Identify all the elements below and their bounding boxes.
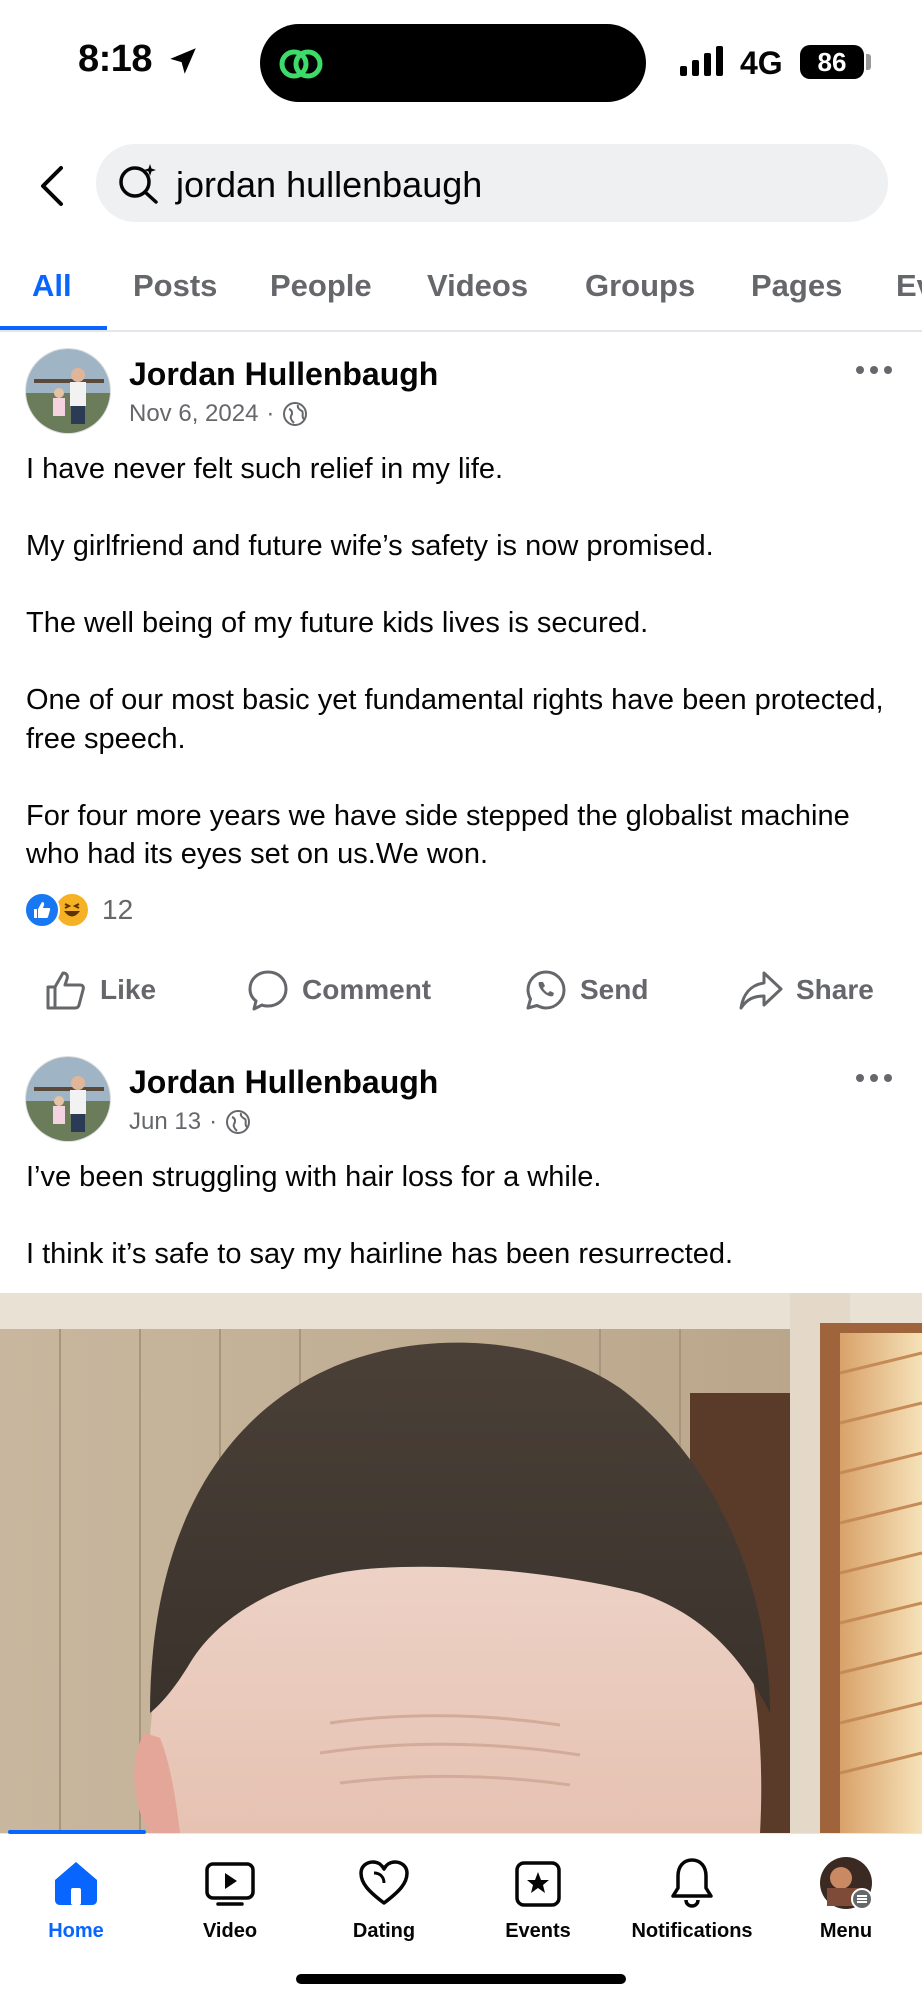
nav-menu-label: Menu: [819, 1920, 873, 1942]
comment-label: Comment: [302, 974, 432, 1005]
status-bar: 8:18 4G 86: [0, 0, 922, 124]
tab-events[interactable]: Ev: [896, 268, 922, 304]
post-text: I have never felt such relief in my life…: [26, 453, 884, 870]
share-button[interactable]: Share: [738, 968, 874, 1012]
search-header: jordan hullenbaugh: [0, 124, 922, 246]
comment-button[interactable]: Comment: [246, 968, 431, 1012]
tab-pages[interactable]: Pages: [751, 268, 842, 304]
post-photo[interactable]: [0, 1293, 922, 1833]
more-options-icon[interactable]: [854, 1068, 894, 1088]
bell-icon: [665, 1856, 719, 1910]
send-button[interactable]: Send: [524, 968, 648, 1012]
chevron-left-icon: [41, 166, 63, 206]
nav-notifications-label: Notifications: [631, 1920, 753, 1942]
network-label: 4G: [740, 45, 783, 81]
tab-groups[interactable]: Groups: [585, 268, 695, 304]
send-label: Send: [580, 974, 649, 1005]
tab-people[interactable]: People: [270, 268, 372, 304]
dating-heart-icon: [357, 1856, 411, 1910]
back-button[interactable]: [30, 158, 74, 214]
author-name[interactable]: Jordan Hullenbaugh: [129, 356, 438, 393]
reactions-summary[interactable]: 12: [24, 891, 133, 929]
avatar[interactable]: [25, 1056, 111, 1142]
nav-menu[interactable]: Menu: [776, 1856, 916, 1943]
tab-all[interactable]: All: [32, 268, 72, 304]
post-card: Jordan Hullenbaugh Nov 6, 2024 · I have …: [0, 332, 922, 1032]
share-arrow-icon: [739, 971, 783, 1010]
active-tab-underline: [0, 326, 107, 330]
active-nav-indicator: [8, 1830, 146, 1834]
nav-home-label: Home: [48, 1920, 104, 1942]
avatar[interactable]: [25, 348, 111, 434]
post-actions-bar: Like Comment Send Share: [0, 960, 922, 1020]
like-reaction-icon: [24, 892, 60, 928]
more-options-icon[interactable]: [854, 360, 894, 380]
nav-events-label: Events: [505, 1920, 571, 1942]
tab-posts[interactable]: Posts: [133, 268, 217, 304]
globe-icon: [226, 1110, 251, 1134]
haircut-photo: [0, 1293, 922, 1833]
post-date[interactable]: Nov 6, 2024: [129, 400, 258, 428]
post-meta: Jun 13 ·: [129, 1108, 251, 1136]
nav-events[interactable]: Events: [468, 1856, 608, 1943]
signal-icon: [680, 46, 723, 76]
post-card: Jordan Hullenbaugh Jun 13 · I’ve been st…: [0, 1040, 922, 1293]
author-name[interactable]: Jordan Hullenbaugh: [129, 1064, 438, 1101]
search-query: jordan hullenbaugh: [176, 164, 483, 205]
nav-dating-label: Dating: [352, 1920, 416, 1942]
video-icon: [203, 1856, 257, 1910]
globe-icon: [283, 402, 308, 426]
comment-bubble-icon: [248, 970, 288, 1011]
share-label: Share: [796, 974, 874, 1005]
meta-separator: ·: [209, 1108, 218, 1135]
tab-videos[interactable]: Videos: [427, 268, 528, 304]
status-time: 8:18: [78, 38, 153, 80]
reaction-count: 12: [102, 894, 134, 925]
nav-home[interactable]: Home: [6, 1856, 146, 1943]
nav-dating[interactable]: Dating: [314, 1856, 454, 1943]
home-indicator-bar: [296, 1974, 626, 1984]
nav-video-label: Video: [202, 1920, 258, 1942]
battery-indicator: 86: [800, 45, 864, 79]
home-icon: [49, 1856, 103, 1910]
post-date[interactable]: Jun 13: [129, 1108, 201, 1136]
location-arrow-icon: [170, 48, 196, 74]
threads-link-icon: [279, 49, 323, 79]
like-button[interactable]: Like: [44, 968, 156, 1012]
like-label: Like: [100, 974, 157, 1005]
whatsapp-icon: [526, 970, 566, 1010]
thumbs-up-icon: [46, 971, 85, 1010]
battery-tip: [866, 54, 871, 70]
search-icon: [119, 164, 158, 204]
nav-notifications[interactable]: Notifications: [622, 1856, 762, 1943]
nav-video[interactable]: Video: [160, 1856, 300, 1943]
search-filter-tabs: All Posts People Videos Groups Pages Ev: [0, 246, 922, 332]
post-text: I’ve been struggling with hair loss for …: [26, 1161, 734, 1270]
events-star-icon: [511, 1856, 565, 1910]
post-meta: Nov 6, 2024 ·: [129, 400, 308, 428]
search-input[interactable]: jordan hullenbaugh: [96, 144, 888, 222]
profile-avatar: [819, 1856, 873, 1910]
meta-separator: ·: [266, 400, 275, 427]
